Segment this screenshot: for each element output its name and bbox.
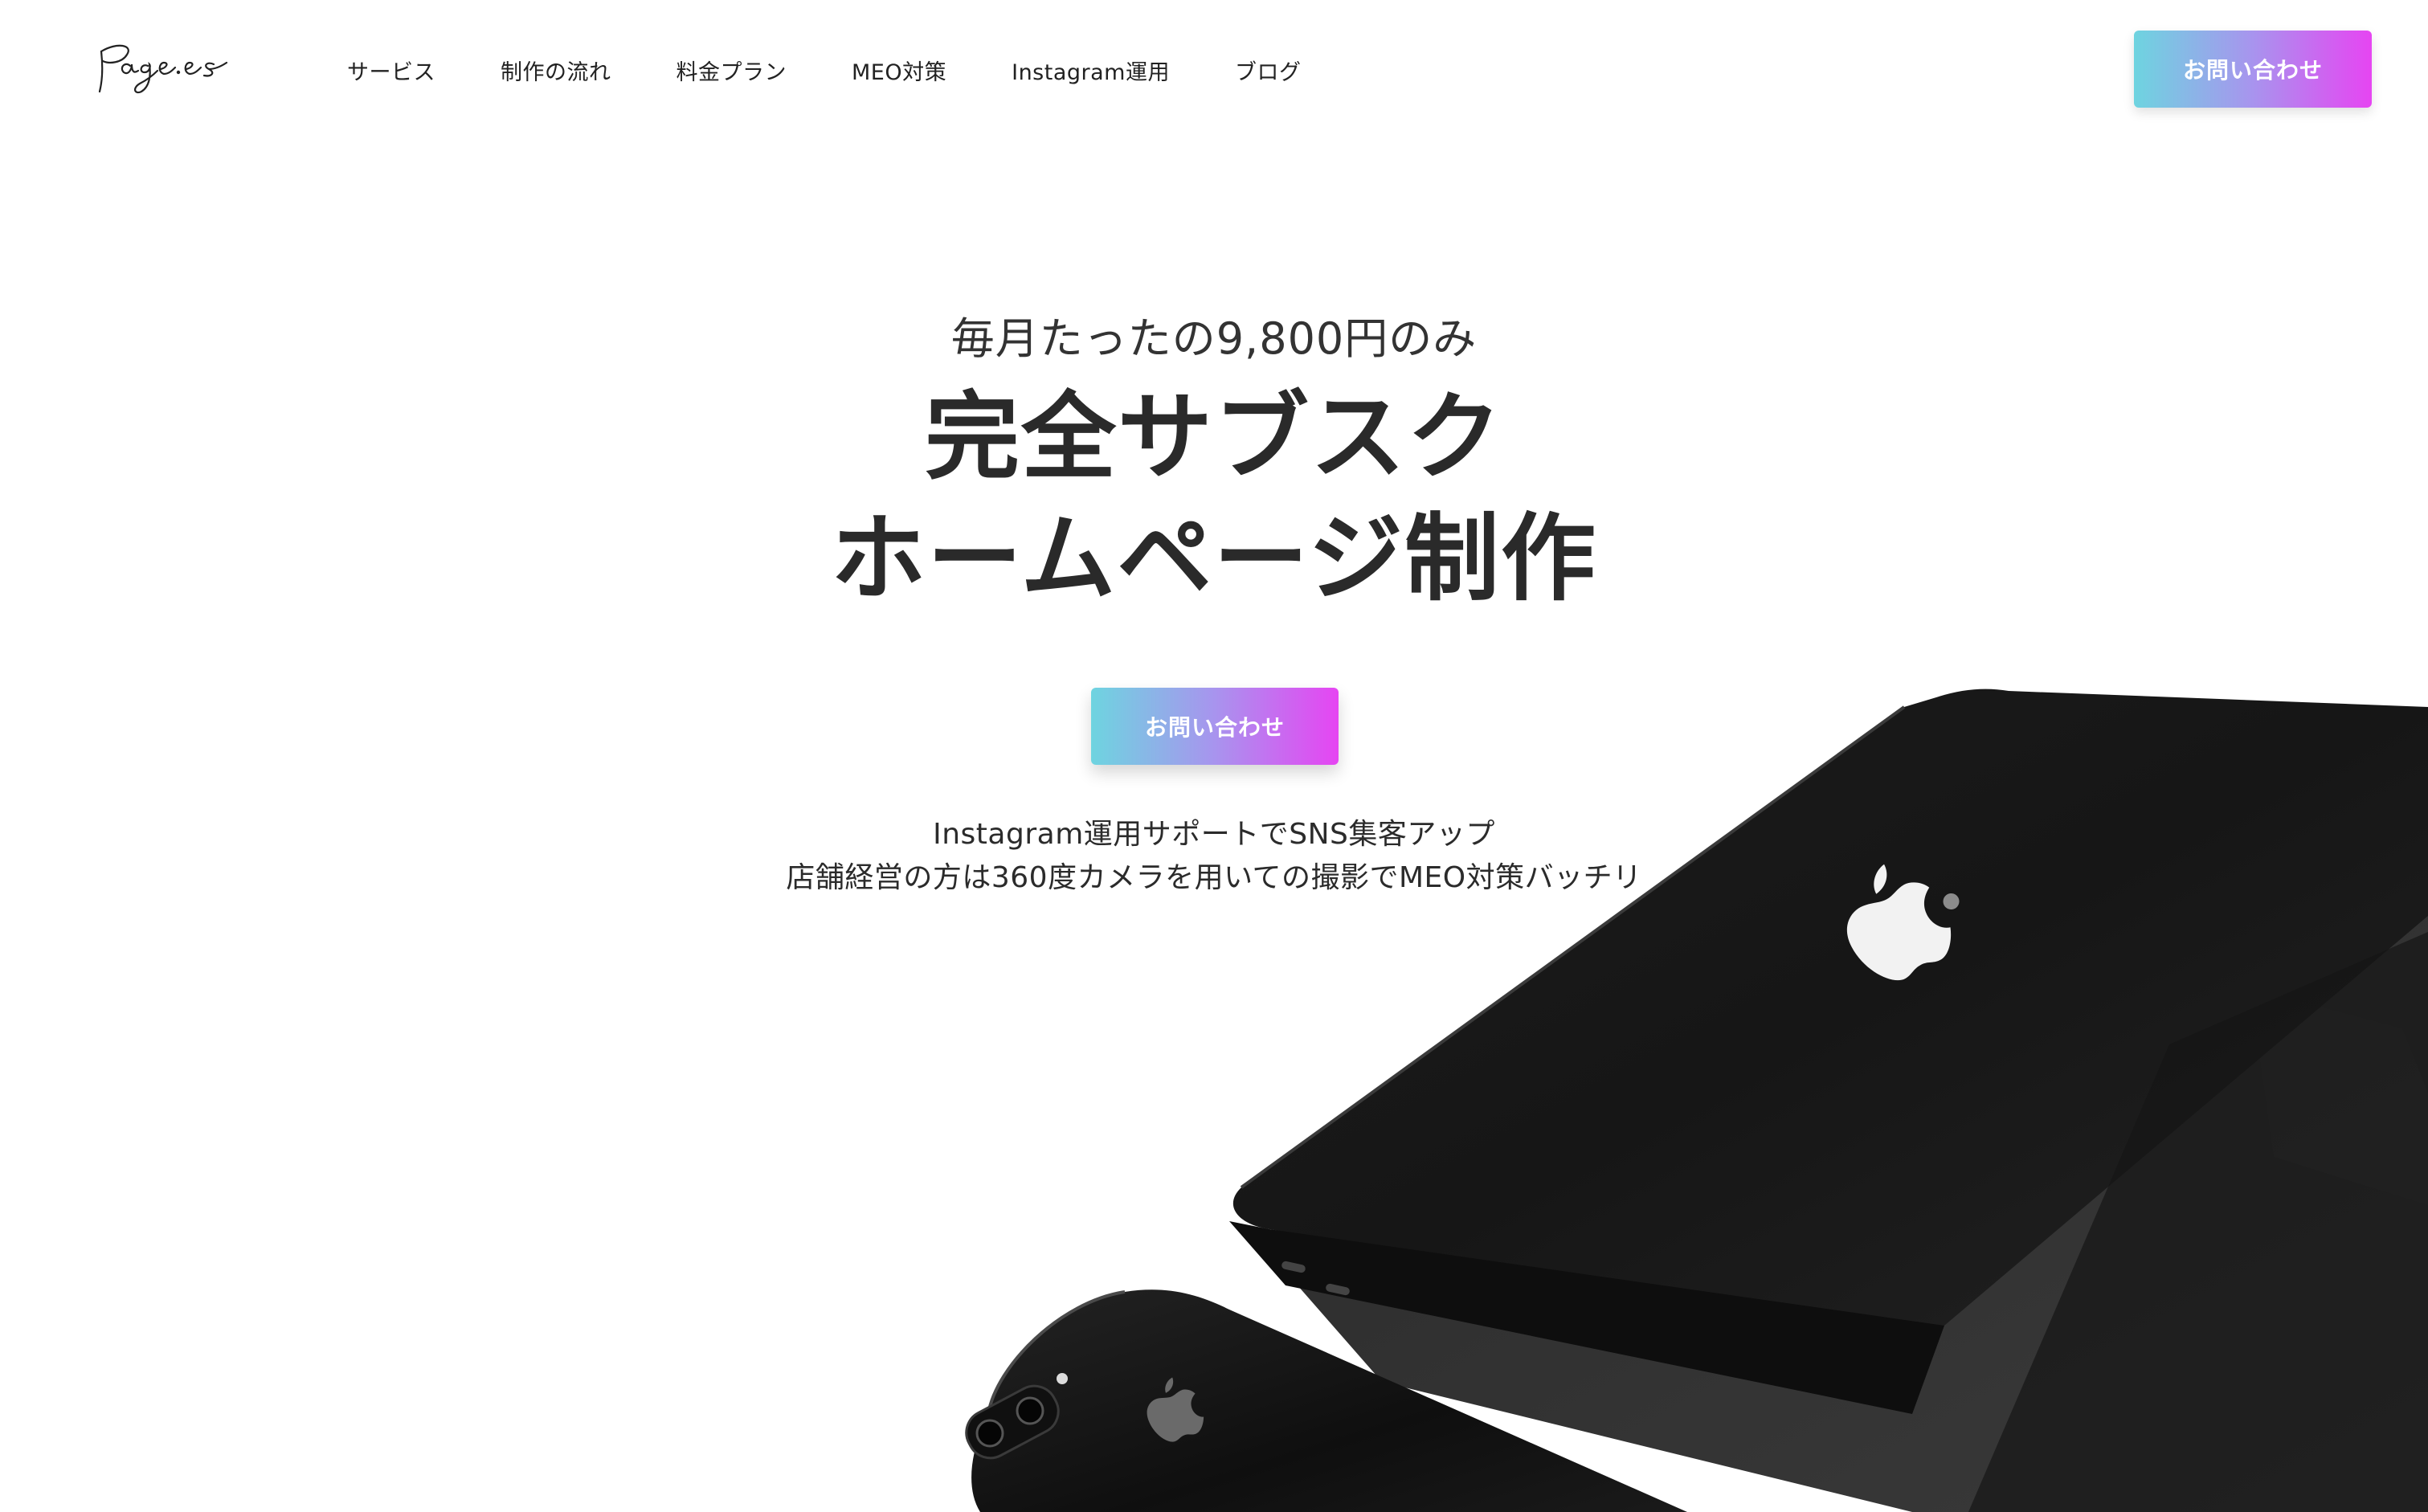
hero-description: Instagram運用サポートでSNS集客アップ 店舗経営の方は360度カメラを…	[0, 813, 2428, 900]
main-nav: サービス 制作の流れ 料金プラン MEO対策 Instagram運用 ブログ	[347, 50, 1366, 90]
nav-item-instagram[interactable]: Instagram運用	[1012, 55, 1170, 86]
site-header: サービス 制作の流れ 料金プラン MEO対策 Instagram運用 ブログ お…	[0, 0, 2428, 137]
hero-desc-line2: 店舗経営の方は360度カメラを用いての撮影でMEO対策バッチリ	[786, 861, 1642, 894]
hero-title-line2: ホームページ制作	[830, 502, 1598, 614]
hero-subtitle: 毎月たったの9,800円のみ	[950, 313, 1478, 364]
nav-item-meo[interactable]: MEO対策	[852, 55, 946, 86]
nav-item-flow[interactable]: 制作の流れ	[501, 55, 611, 86]
hero-section: 毎月たったの9,800円のみ 完全サブスク ホームページ制作	[0, 313, 2428, 619]
page-es-logo-icon	[98, 44, 228, 94]
landing-page: サービス 制作の流れ 料金プラン MEO対策 Instagram運用 ブログ お…	[0, 0, 2428, 1512]
hero-title-line1: 完全サブスク	[924, 381, 1503, 492]
nav-item-blog[interactable]: ブログ	[1235, 55, 1302, 86]
nav-item-service[interactable]: サービス	[347, 55, 435, 86]
header-contact-button[interactable]: お問い合わせ	[2134, 31, 2372, 108]
site-logo[interactable]	[95, 34, 231, 103]
hero-title: 完全サブスク ホームページ制作	[0, 377, 2428, 619]
nav-item-pricing[interactable]: 料金プラン	[676, 55, 787, 86]
hero-desc-line1: Instagram運用サポートでSNS集客アップ	[933, 818, 1495, 851]
hero-contact-button[interactable]: お問い合わせ	[1091, 688, 1339, 765]
